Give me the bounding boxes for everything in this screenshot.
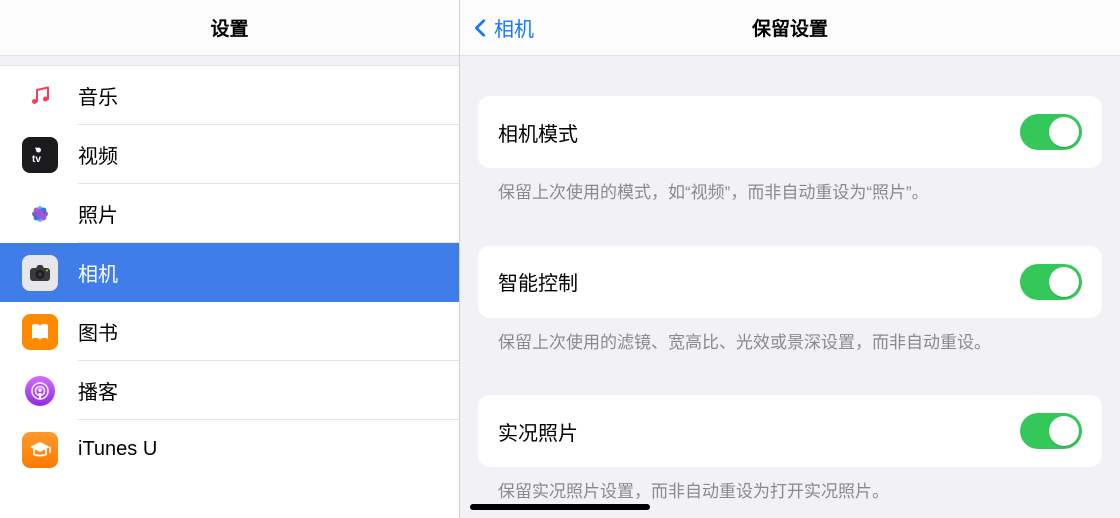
setting-group-camera-mode: 相机模式 保留上次使用的模式，如“视频”，而非自动重设为“照片”。 bbox=[460, 96, 1120, 206]
toggle-camera-mode[interactable] bbox=[1020, 114, 1082, 150]
svg-text:tv: tv bbox=[32, 154, 41, 165]
photos-icon bbox=[22, 196, 58, 232]
home-indicator bbox=[470, 504, 650, 510]
cell-title: 相机模式 bbox=[498, 118, 578, 147]
sidebar-header: 设置 bbox=[0, 0, 459, 56]
cell-footer: 保留实况照片设置，而非自动重设为打开实况照片。 bbox=[460, 467, 1120, 505]
sidebar-item-label: 播客 bbox=[78, 376, 118, 405]
setting-group-smart-controls: 智能控制 保留上次使用的滤镜、宽高比、光效或景深设置，而非自动重设。 bbox=[460, 246, 1120, 356]
detail-body: 相机模式 保留上次使用的模式，如“视频”，而非自动重设为“照片”。 智能控制 保… bbox=[460, 56, 1120, 518]
cell-title: 智能控制 bbox=[498, 267, 578, 296]
sidebar-item-label: iTunes U bbox=[78, 438, 157, 461]
sidebar-item-podcasts[interactable]: 播客 bbox=[0, 361, 459, 420]
cell-footer: 保留上次使用的滤镜、宽高比、光效或景深设置，而非自动重设。 bbox=[460, 318, 1120, 356]
sidebar-item-photos[interactable]: 照片 bbox=[0, 184, 459, 243]
chevron-left-icon bbox=[470, 17, 492, 39]
music-icon bbox=[22, 78, 58, 114]
back-label: 相机 bbox=[494, 13, 534, 42]
books-icon bbox=[22, 314, 58, 350]
detail-pane: 相机 保留设置 相机模式 保留上次使用的模式，如“视频”，而非自动重设为“照片”… bbox=[460, 0, 1120, 518]
cell-title: 实况照片 bbox=[498, 417, 578, 446]
sidebar-gap bbox=[0, 56, 459, 66]
cell-footer: 保留上次使用的模式，如“视频”，而非自动重设为“照片”。 bbox=[460, 168, 1120, 206]
camera-icon bbox=[22, 255, 58, 291]
sidebar-item-label: 照片 bbox=[78, 199, 118, 228]
sidebar-item-label: 图书 bbox=[78, 317, 118, 346]
toggle-live-photos[interactable] bbox=[1020, 413, 1082, 449]
setting-cell-camera-mode: 相机模式 bbox=[478, 96, 1102, 168]
itunesu-icon bbox=[22, 432, 58, 468]
podcasts-icon bbox=[22, 373, 58, 409]
sidebar-title: 设置 bbox=[210, 14, 248, 41]
sidebar-item-itunesu[interactable]: iTunes U bbox=[0, 420, 459, 479]
back-button[interactable]: 相机 bbox=[470, 0, 534, 55]
sidebar-item-label: 相机 bbox=[78, 258, 118, 287]
sidebar-item-music[interactable]: 音乐 bbox=[0, 66, 459, 125]
settings-sidebar: 设置 音乐 tv 视频 照片 bbox=[0, 0, 460, 518]
detail-title: 保留设置 bbox=[752, 14, 828, 41]
setting-cell-live-photos: 实况照片 bbox=[478, 395, 1102, 467]
sidebar-item-label: 视频 bbox=[78, 140, 118, 169]
sidebar-list: 音乐 tv 视频 照片 相机 bbox=[0, 66, 459, 518]
toggle-smart-controls[interactable] bbox=[1020, 264, 1082, 300]
sidebar-item-video[interactable]: tv 视频 bbox=[0, 125, 459, 184]
sidebar-item-label: 音乐 bbox=[78, 81, 118, 110]
detail-header: 相机 保留设置 bbox=[460, 0, 1120, 56]
sidebar-item-books[interactable]: 图书 bbox=[0, 302, 459, 361]
setting-cell-smart-controls: 智能控制 bbox=[478, 246, 1102, 318]
video-icon: tv bbox=[22, 137, 58, 173]
sidebar-item-camera[interactable]: 相机 bbox=[0, 243, 459, 302]
setting-group-live-photos: 实况照片 保留实况照片设置，而非自动重设为打开实况照片。 bbox=[460, 395, 1120, 505]
